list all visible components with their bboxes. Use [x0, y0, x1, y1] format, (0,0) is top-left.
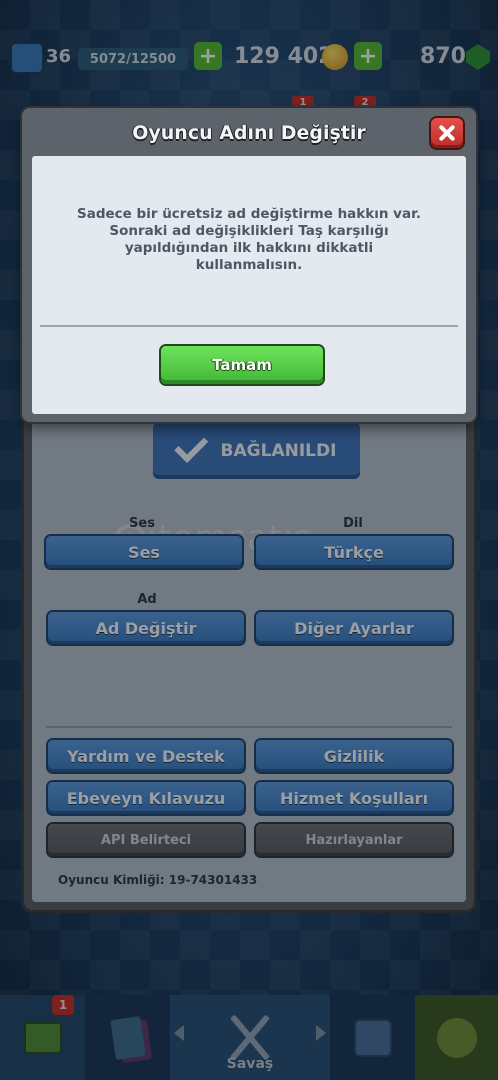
- dialog-divider: [40, 325, 458, 327]
- change-name-dialog: Oyuncu Adını Değiştir Sadece bir ücretsi…: [22, 108, 476, 422]
- dialog-message: Sadece bir ücretsiz ad değiştirme hakkın…: [77, 206, 421, 273]
- close-button[interactable]: [431, 118, 463, 148]
- dialog-title: Oyuncu Adını Değiştir: [132, 122, 366, 144]
- close-icon: [439, 125, 455, 141]
- ok-button[interactable]: Tamam: [161, 346, 323, 384]
- dialog-body: Sadece bir ücretsiz ad değiştirme hakkın…: [32, 156, 466, 414]
